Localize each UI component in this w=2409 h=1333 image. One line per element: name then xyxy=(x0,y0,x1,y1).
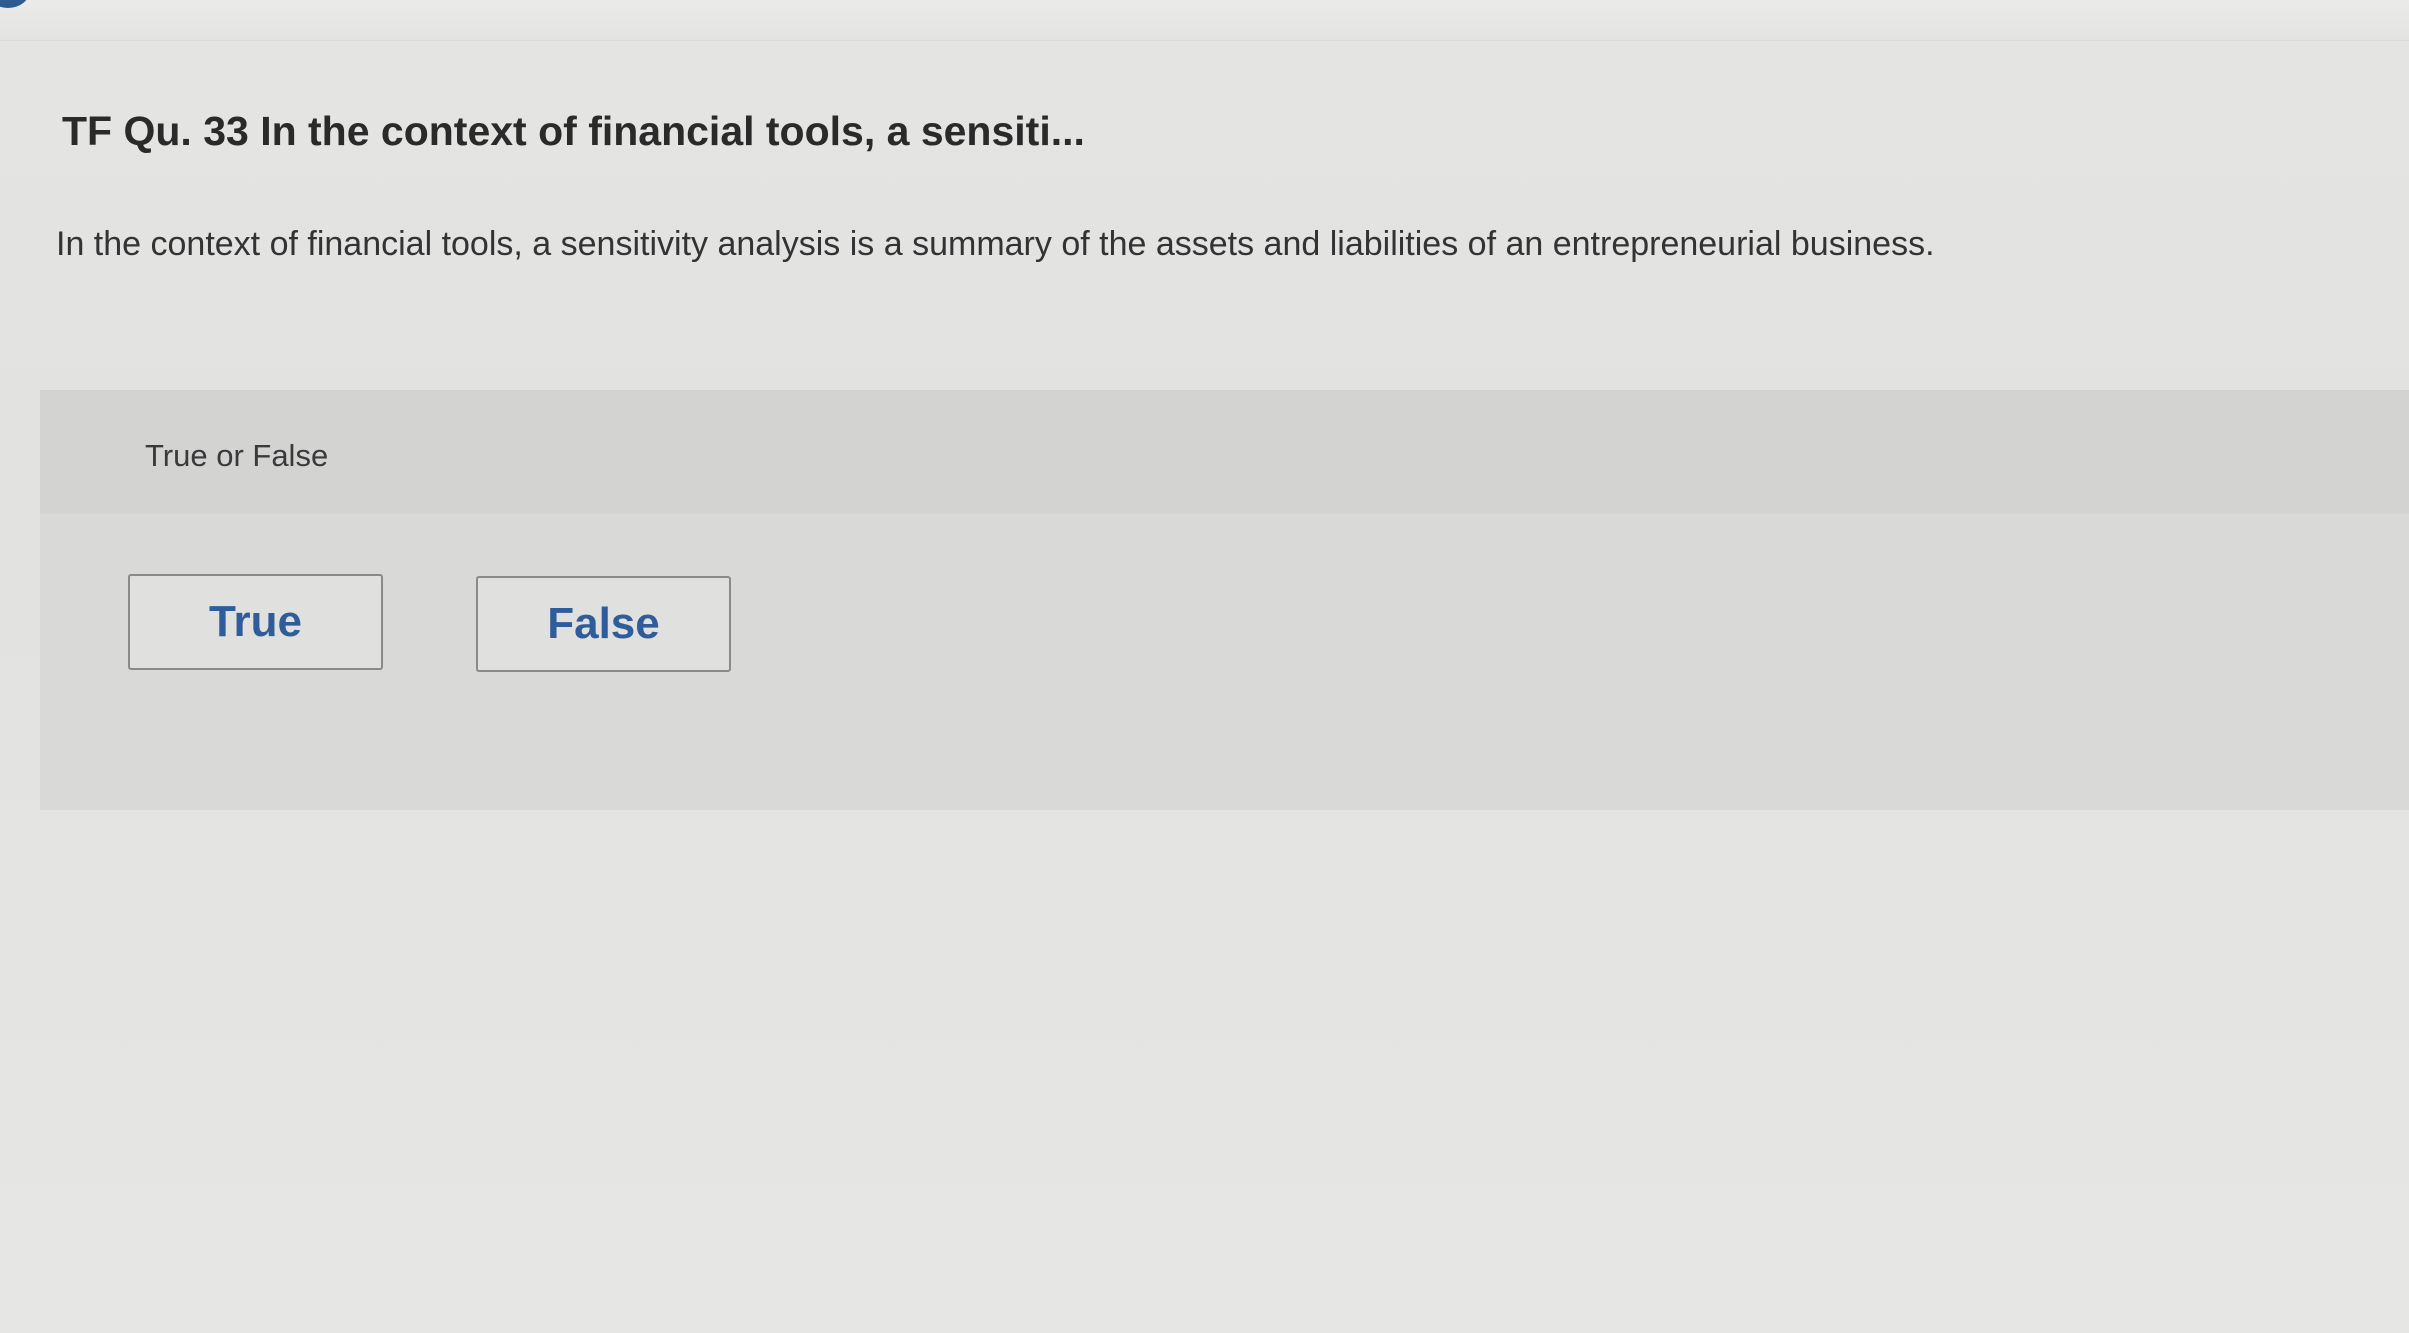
corner-badge-icon xyxy=(0,0,30,8)
question-text: In the context of financial tools, a sen… xyxy=(56,225,1935,263)
true-button[interactable]: True xyxy=(128,574,383,670)
false-button[interactable]: False xyxy=(476,576,731,672)
answer-type-label: True or False xyxy=(145,438,329,473)
answer-panel: True or False True False xyxy=(40,390,2409,810)
question-title: TF Qu. 33 In the context of financial to… xyxy=(62,108,1085,154)
top-bar xyxy=(0,0,2409,41)
answer-panel-header: True or False xyxy=(40,390,2409,514)
